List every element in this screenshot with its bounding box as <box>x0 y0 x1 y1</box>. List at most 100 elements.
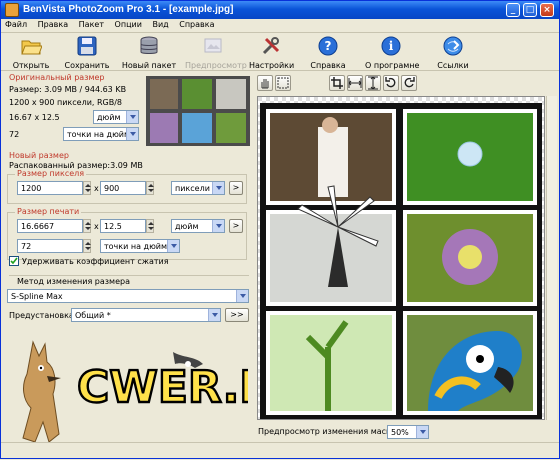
original-pixels-line: 1200 x 900 пиксели, RGB/8 <box>9 98 123 107</box>
pixel-width-input[interactable]: 1200 <box>17 181 83 195</box>
preview-icon <box>204 38 222 53</box>
crop-tool-button[interactable] <box>329 75 345 91</box>
help-button[interactable]: ? Справка <box>307 35 349 70</box>
coyote-mascot-image <box>22 340 61 443</box>
database-icon <box>140 36 158 54</box>
crop-icon <box>331 77 343 89</box>
preset-select[interactable]: Общий * <box>71 308 221 322</box>
print-height-spinner[interactable] <box>146 219 154 233</box>
zoom-select[interactable]: 50% <box>387 425 429 439</box>
resolution-input[interactable]: 72 <box>17 239 83 253</box>
menu-view[interactable]: Вид <box>148 19 172 29</box>
print-more-button[interactable]: > <box>229 219 243 233</box>
maximize-button[interactable]: □ <box>523 3 537 17</box>
menu-file[interactable]: Файл <box>1 19 31 29</box>
print-unit-select[interactable]: дюйм <box>171 219 225 233</box>
info-icon: i <box>381 36 401 56</box>
resolution-spinner[interactable] <box>83 239 91 253</box>
resize-method-header: Метод изменения размера <box>17 277 130 286</box>
preview-canvas[interactable] <box>257 96 545 420</box>
resize-method-select[interactable]: S-Spline Max <box>7 289 249 303</box>
pixel-size-header: Размер пикселя <box>15 169 87 178</box>
menu-options[interactable]: Опции <box>111 19 146 29</box>
check-icon <box>10 257 18 265</box>
print-width-spinner[interactable] <box>83 219 91 233</box>
help-icon: ? <box>318 36 338 56</box>
about-button[interactable]: i О програмне <box>365 35 419 70</box>
floppy-disk-icon <box>77 36 97 56</box>
rotate-right-icon <box>404 77 415 88</box>
pixel-height-spinner[interactable] <box>146 181 154 195</box>
rotate-left-button[interactable] <box>383 75 399 91</box>
preview-image <box>258 97 544 419</box>
original-dims: 16.67 x 12.5 <box>9 113 60 122</box>
new-batch-button[interactable]: Новый пакет <box>121 35 177 70</box>
menu-bar: Файл Правка Пакет Опции Вид Справка <box>1 19 559 33</box>
pixel-unit-select[interactable]: пиксели <box>171 181 225 195</box>
chevron-down-icon <box>167 240 179 252</box>
rotate-left-icon <box>385 77 396 88</box>
rotate-right-button[interactable] <box>401 75 417 91</box>
preview-panel: Предпросмотр изменения масштаба: 50% <box>254 72 558 460</box>
pixel-height-input[interactable]: 900 <box>100 181 146 195</box>
original-size-header: Оригинальный размер <box>9 73 105 82</box>
original-dims-unit-select[interactable]: дюйм <box>93 110 139 124</box>
chevron-down-icon <box>212 182 224 194</box>
menu-help[interactable]: Справка <box>175 19 218 29</box>
chevron-down-icon <box>126 128 138 140</box>
svg-text:i: i <box>389 39 394 53</box>
print-size-header: Размер печати <box>15 207 82 216</box>
original-dpi: 72 <box>9 130 20 139</box>
menu-batch[interactable]: Пакет <box>75 19 108 29</box>
tools-icon <box>262 37 280 55</box>
select-tool-button[interactable] <box>275 75 291 91</box>
marquee-icon <box>277 77 289 89</box>
keep-ratio-checkbox[interactable] <box>9 256 19 266</box>
print-width-input[interactable]: 16.6667 <box>17 219 83 233</box>
print-height-input[interactable]: 12.5 <box>100 219 146 233</box>
open-button[interactable]: Открыть <box>9 35 53 70</box>
pixel-more-button[interactable]: > <box>229 181 243 195</box>
preset-more-button[interactable]: >> <box>225 308 249 322</box>
multiply-sign: x <box>94 184 99 193</box>
zoom-bar: Предпросмотр изменения масштаба: 50% <box>254 424 558 442</box>
title-bar[interactable]: BenVista PhotoZoom Pro 3.1 - [example.jp… <box>1 1 559 19</box>
preset-label: Предустановка: <box>9 311 77 320</box>
preview-button[interactable]: Предпросмотр <box>185 35 247 70</box>
globe-link-icon <box>443 36 463 56</box>
close-button[interactable]: × <box>540 3 554 17</box>
height-arrows-icon <box>368 76 378 90</box>
original-thumbnail <box>146 76 250 146</box>
fit-height-button[interactable] <box>365 75 381 91</box>
menu-edit[interactable]: Правка <box>34 19 72 29</box>
chevron-down-icon <box>126 111 138 123</box>
links-button[interactable]: Ссылки <box>433 35 473 70</box>
pixel-width-spinner[interactable] <box>83 181 91 195</box>
viewer-toolbar <box>254 72 558 94</box>
cwer-watermark: CWER.RU <box>76 352 248 410</box>
vertical-scrollbar[interactable] <box>546 96 557 420</box>
cwer-logo-text: CWER.RU <box>77 362 248 410</box>
settings-button[interactable]: Настройки <box>249 35 294 70</box>
keep-ratio-label: Удерживать коэффициент сжатия <box>22 257 169 266</box>
new-size-header: Новый размер <box>9 151 69 160</box>
chevron-down-icon <box>212 220 224 232</box>
hand-icon <box>261 79 269 89</box>
minimize-button[interactable]: _ <box>506 3 520 17</box>
original-dpi-unit-select[interactable]: точки на дюйм <box>63 127 139 141</box>
save-button[interactable]: Сохранить <box>61 35 113 70</box>
fit-width-button[interactable] <box>347 75 363 91</box>
app-icon[interactable] <box>5 3 19 17</box>
multiply-sign: x <box>94 222 99 231</box>
status-bar <box>1 442 559 458</box>
svg-text:?: ? <box>325 39 332 53</box>
left-panel: Оригинальный размер Размер: 3.09 MB / 94… <box>3 72 251 458</box>
chevron-down-icon <box>236 290 248 302</box>
width-arrows-icon <box>348 78 362 88</box>
divider <box>9 275 249 276</box>
resolution-unit-select[interactable]: точки на дюйм <box>100 239 180 253</box>
app-window: BenVista PhotoZoom Pro 3.1 - [example.jp… <box>0 0 560 459</box>
chevron-down-icon <box>416 426 428 438</box>
hand-tool-button[interactable] <box>257 75 273 91</box>
toolbar: Открыть Сохранить Новый пакет Предпросмо… <box>1 33 559 71</box>
